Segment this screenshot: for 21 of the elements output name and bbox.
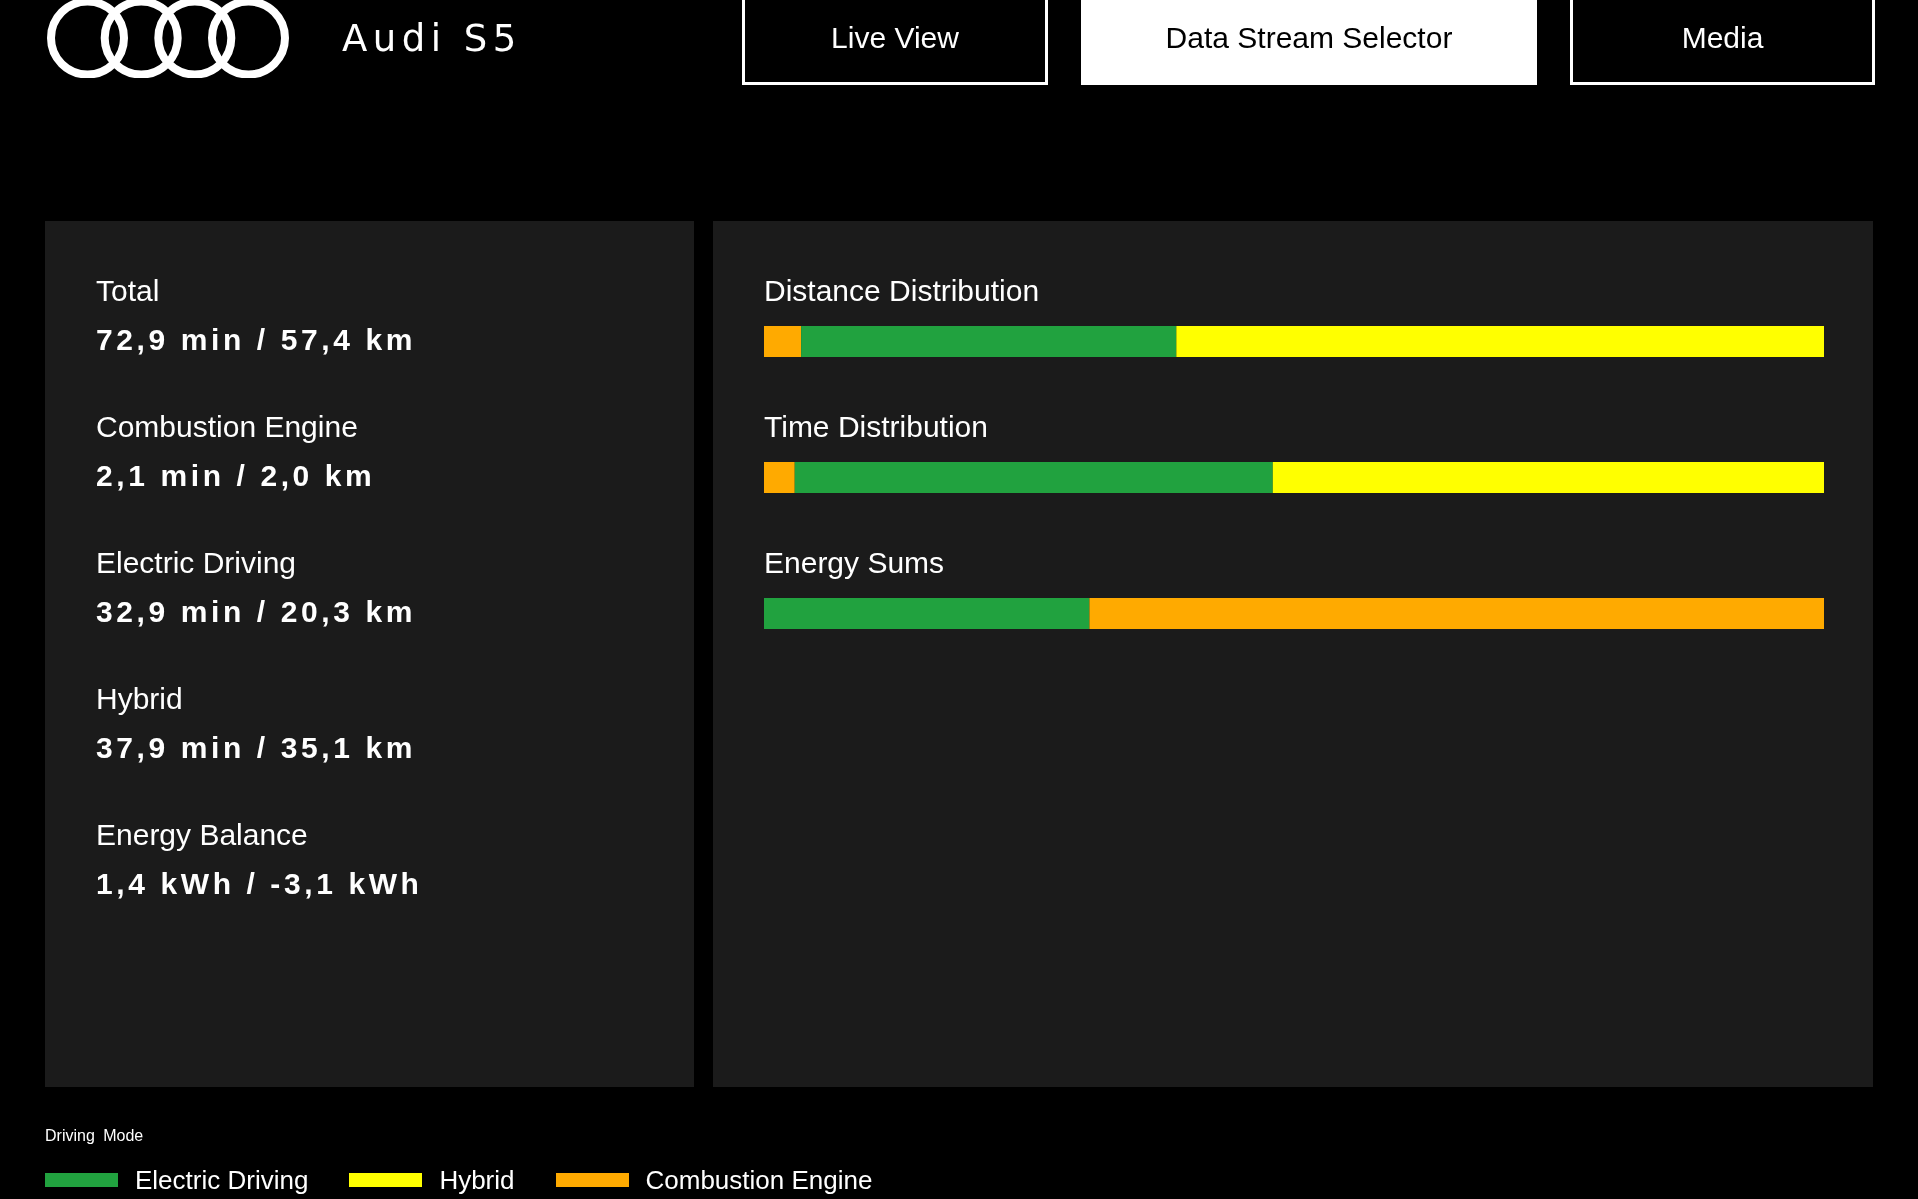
tab[interactable]: Media: [1570, 0, 1875, 85]
stat-value: 72,9 min / 57,4 km: [96, 322, 416, 358]
legend-label: Hybrid: [439, 1165, 515, 1195]
stat-value: 1,4 kWh / -3,1 kWh: [96, 866, 423, 902]
stat-value: 37,9 min / 35,1 km: [96, 730, 416, 766]
stat-label: Electric Driving: [96, 545, 297, 581]
stat-label: Energy Balance: [96, 817, 308, 853]
legend-label: Electric Driving: [135, 1165, 309, 1195]
chart-title: Distance Distribution: [764, 273, 1040, 309]
app-title: Audi S5: [342, 16, 522, 62]
legend-title: Driving Mode: [45, 1126, 144, 1145]
stat-label: Hybrid: [96, 681, 183, 717]
chart-title: Time Distribution: [764, 409, 988, 445]
tab[interactable]: Data Stream Selector: [1081, 0, 1537, 85]
stat-label: Combustion Engine: [96, 409, 358, 445]
stat-value: 32,9 min / 20,3 km: [96, 594, 416, 630]
tab[interactable]: Live View: [742, 0, 1048, 85]
stat-value: 2,1 min / 2,0 km: [96, 458, 376, 494]
chart-title: Energy Sums: [764, 545, 945, 581]
stat-label: Total: [96, 273, 160, 309]
legend-label: Combustion Engine: [645, 1165, 873, 1195]
